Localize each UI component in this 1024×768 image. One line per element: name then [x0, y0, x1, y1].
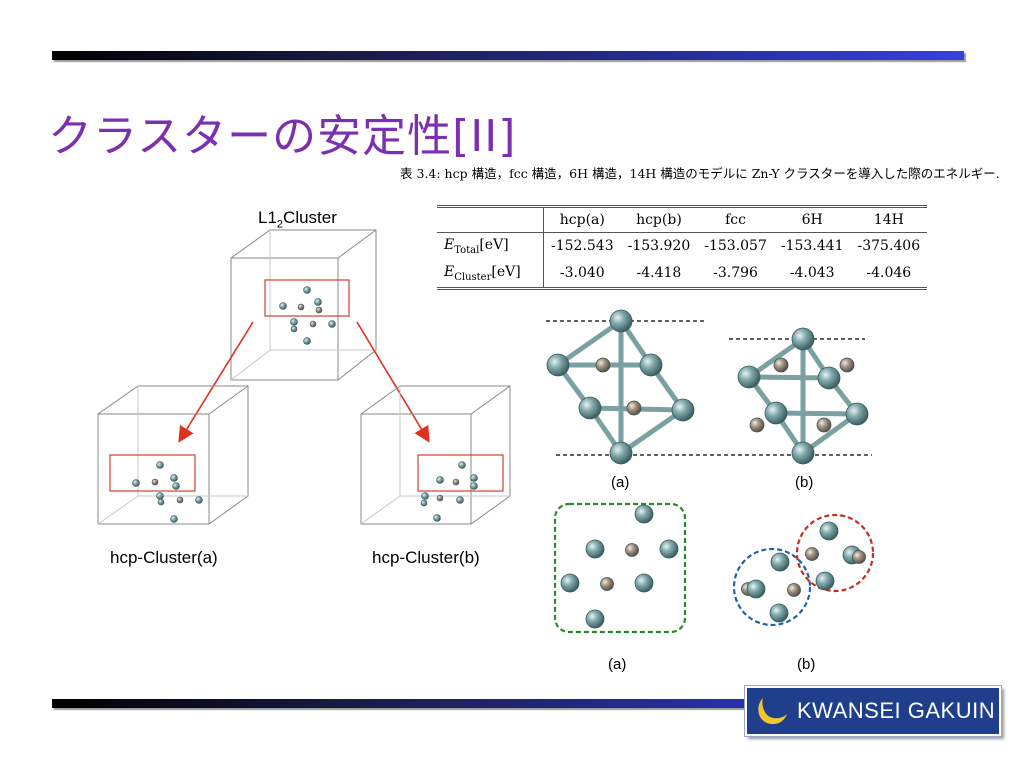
top-rule — [52, 51, 964, 60]
slide-title: クラスターの安定性[II] — [48, 111, 517, 162]
logo-text: KWANSEI GAKUIN — [797, 698, 996, 723]
cluster-b-label: (b) — [797, 656, 816, 673]
cluster-b-view — [732, 513, 875, 627]
crescent-moon-icon — [758, 698, 787, 725]
structure-diagrams — [546, 309, 875, 634]
table-cell: -153.441 — [780, 238, 844, 255]
cluster-a-label: (a) — [608, 656, 627, 673]
col-header: fcc — [725, 212, 746, 228]
kwansei-gakuin-logo: KWANSEI GAKUIN — [745, 686, 1001, 736]
table-cell: -375.406 — [857, 238, 921, 255]
arrow-to-b — [356, 321, 430, 443]
table-cell: -4.418 — [636, 265, 682, 282]
hcp-cluster-a-label: hcp-Cluster(a) — [110, 548, 218, 567]
col-header: hcp(b) — [636, 212, 682, 228]
table-cell: -3.796 — [713, 265, 758, 282]
hcp-b-highlight-box — [417, 454, 504, 492]
table-cell: -4.046 — [866, 265, 912, 282]
col-header: 14H — [873, 212, 904, 228]
table-caption: 表 3.4: hcp 構造，fcc 構造，6H 構造，14H 構造のモデルに Z… — [400, 166, 1000, 181]
structure-b — [729, 327, 869, 465]
structure-b-label: (b) — [795, 474, 814, 491]
arrow-to-a — [178, 321, 254, 443]
hcp-cluster-b-label: hcp-Cluster(b) — [372, 548, 480, 567]
l12-highlight-box — [264, 279, 350, 317]
hcp-a-atoms — [132, 461, 203, 523]
hcp-a-highlight-box — [109, 454, 196, 492]
table-cell: -153.057 — [704, 238, 767, 255]
cluster-a-view — [553, 502, 687, 634]
col-header: 6H — [801, 212, 823, 228]
structure-a-label: (a) — [611, 474, 630, 491]
table-cell: -153.920 — [627, 238, 691, 255]
table-cell: -4.043 — [789, 265, 835, 282]
